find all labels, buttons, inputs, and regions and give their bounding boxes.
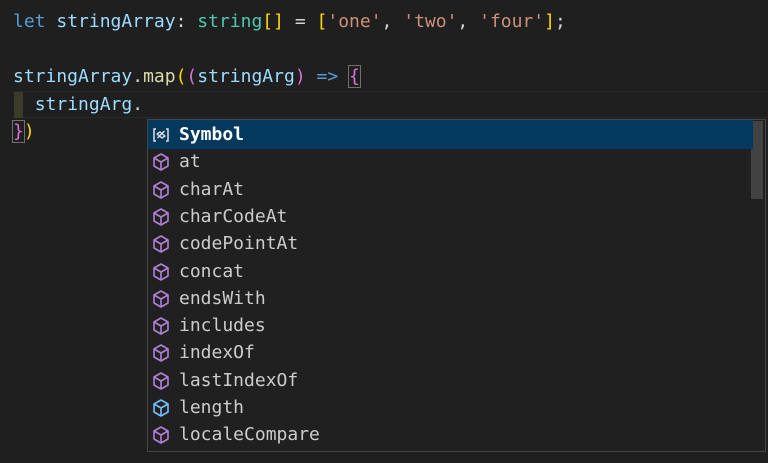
- paren-open: (: [175, 66, 187, 87]
- semicolon: ;: [554, 11, 566, 32]
- variable-name: stringArg: [34, 94, 133, 115]
- method-cube-icon: [151, 152, 171, 172]
- suggestion-scrollbar[interactable]: [751, 121, 763, 199]
- suggestion-label: indexOf: [179, 342, 255, 364]
- method-cube-icon: [151, 316, 171, 336]
- parameter-name: stringArg: [197, 66, 295, 87]
- suggestion-item[interactable]: at: [148, 148, 752, 175]
- suggestion-label: codePointAt: [179, 233, 299, 255]
- suggestion-label: includes: [179, 315, 266, 337]
- variable-name: stringArray: [13, 66, 133, 87]
- variable-name: stringArray: [56, 11, 176, 32]
- code-line-1[interactable]: let stringArray: string[] = ['one', 'two…: [13, 9, 566, 35]
- suggestion-item[interactable]: codePointAt: [148, 230, 752, 257]
- method-cube-icon: [151, 234, 171, 254]
- code-line-3[interactable]: stringArray.map((stringArg) => {: [13, 64, 361, 90]
- suggestion-label: at: [179, 151, 201, 173]
- suggestion-item[interactable]: localeCompare: [148, 421, 752, 448]
- method-cube-icon: [151, 180, 171, 200]
- function-name: map: [143, 66, 176, 87]
- paren-close: ): [23, 121, 35, 142]
- keyword-let: let: [13, 11, 46, 32]
- suggestion-item[interactable]: length: [148, 394, 752, 421]
- string-literal: 'four': [479, 11, 545, 32]
- method-cube-icon: [151, 371, 171, 391]
- method-cube-icon: [151, 289, 171, 309]
- suggestion-item[interactable]: concat: [148, 258, 752, 285]
- keyword-symbol-icon: [151, 125, 171, 145]
- method-cube-icon: [151, 262, 171, 282]
- param-paren-open: (: [186, 66, 198, 87]
- method-cube-icon: [151, 425, 171, 445]
- type-bracket-close: ]: [273, 11, 284, 32]
- suggestion-item[interactable]: charCodeAt: [148, 203, 752, 230]
- arrow-operator: =>: [316, 66, 339, 87]
- suggestion-label: localeCompare: [179, 424, 320, 446]
- dot: .: [132, 94, 144, 115]
- colon: :: [175, 11, 187, 32]
- code-line-4[interactable]: stringArg.: [13, 92, 143, 118]
- suggestion-label: lastIndexOf: [179, 369, 299, 391]
- suggestion-item[interactable]: charAt: [148, 176, 752, 203]
- array-bracket-close: ]: [544, 11, 555, 32]
- code-editor[interactable]: let stringArray: string[] = ['one', 'two…: [0, 0, 768, 463]
- suggestion-item[interactable]: Symbol: [148, 120, 753, 149]
- code-line-5[interactable]: }): [12, 119, 35, 145]
- suggestion-label: endsWith: [179, 287, 266, 309]
- suggestion-widget[interactable]: Symbol at charAt charCodeAt codePointAt conca…: [147, 119, 766, 452]
- type-name: string: [197, 11, 263, 32]
- suggestion-item[interactable]: indexOf: [148, 339, 752, 366]
- method-cube-icon: [151, 343, 171, 363]
- param-paren-close: ): [294, 66, 306, 87]
- suggestion-item[interactable]: endsWith: [148, 285, 752, 312]
- type-bracket-open: [: [262, 11, 274, 32]
- array-bracket-open: [: [316, 11, 328, 32]
- brace-close: }: [12, 120, 25, 143]
- comma: ,: [381, 11, 393, 32]
- dot: .: [132, 66, 144, 87]
- field-cube-icon: [151, 398, 171, 418]
- suggestion-label: charAt: [179, 178, 245, 200]
- string-literal: 'one': [327, 11, 382, 32]
- suggestion-label: charCodeAt: [179, 205, 288, 227]
- suggestion-label: concat: [179, 260, 245, 282]
- brace-open: {: [348, 65, 361, 88]
- method-cube-icon: [151, 207, 171, 227]
- suggestion-label: length: [179, 397, 245, 418]
- suggestion-label: Symbol: [179, 124, 245, 145]
- string-literal: 'two': [403, 11, 458, 32]
- suggestion-item[interactable]: lastIndexOf: [148, 367, 752, 394]
- suggestion-item[interactable]: includes: [148, 312, 752, 339]
- equals: =: [294, 11, 306, 32]
- comma: ,: [457, 11, 469, 32]
